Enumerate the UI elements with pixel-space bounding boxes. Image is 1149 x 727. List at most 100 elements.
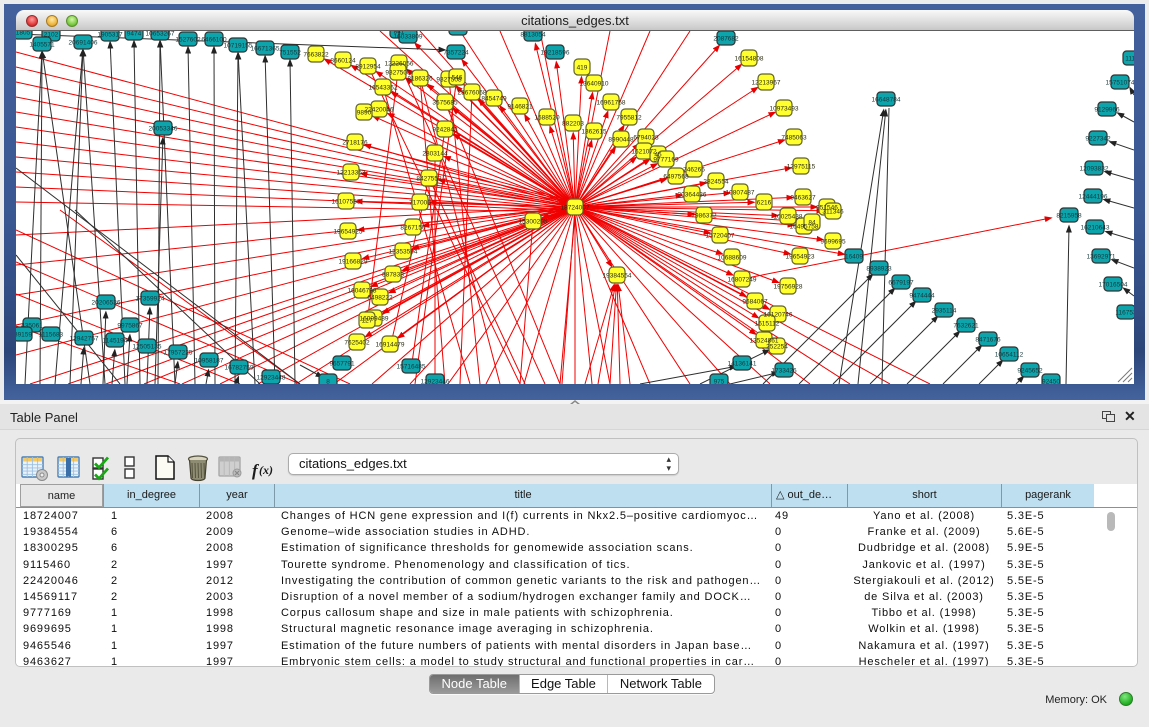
svg-text:16154808: 16154808 (735, 56, 764, 63)
svg-text:311346: 311346 (822, 209, 844, 216)
svg-text:7955812: 7955812 (616, 115, 642, 122)
svg-text:15720407: 15720407 (706, 233, 735, 240)
svg-text:8215958: 8215958 (1056, 213, 1082, 220)
svg-text:9777169: 9777169 (653, 157, 679, 164)
svg-text:12213967: 12213967 (752, 80, 781, 87)
svg-text:8660124: 8660124 (330, 58, 356, 65)
svg-text:746266: 746266 (683, 167, 705, 174)
svg-text:419: 419 (577, 65, 588, 72)
svg-text:1115683: 1115683 (39, 332, 64, 339)
svg-text:17359924: 17359924 (136, 296, 165, 303)
svg-text:10807487: 10807487 (726, 190, 755, 197)
svg-text:2935114: 2935114 (932, 308, 957, 315)
svg-text:6679197: 6679197 (888, 280, 914, 287)
svg-text:127: 127 (362, 318, 373, 325)
svg-text:10719155: 10719155 (224, 43, 253, 50)
svg-text:546: 546 (452, 75, 463, 82)
svg-text:9129966: 9129966 (1094, 107, 1120, 114)
svg-text:12093832: 12093832 (1080, 166, 1109, 173)
svg-text:16782759: 16782759 (225, 365, 254, 372)
svg-text:16120746: 16120746 (764, 312, 793, 319)
svg-text:2718176: 2718176 (342, 140, 368, 147)
svg-text:8471676: 8471676 (975, 337, 1001, 344)
svg-text:10654112: 10654112 (995, 352, 1024, 359)
svg-text:92450: 92450 (1042, 379, 1060, 385)
svg-text:10688609: 10688609 (718, 255, 747, 262)
svg-text:8427552: 8427552 (416, 176, 442, 183)
svg-text:435061: 435061 (21, 323, 43, 330)
svg-text:1145194: 1145194 (103, 338, 128, 345)
svg-text:3675685: 3675685 (432, 100, 458, 107)
svg-text:16210643: 16210643 (1081, 225, 1110, 232)
svg-text:1905317: 1905317 (97, 32, 123, 39)
svg-text:116753: 116753 (1115, 310, 1134, 317)
svg-text:1117: 1117 (1125, 56, 1134, 63)
svg-text:20206536: 20206536 (92, 300, 121, 307)
svg-text:8938923: 8938923 (866, 266, 892, 273)
svg-text:19384554: 19384554 (603, 273, 632, 280)
svg-text:1588520: 1588520 (534, 115, 560, 122)
svg-text:1527602: 1527602 (175, 37, 201, 44)
svg-text:2087682: 2087682 (713, 36, 739, 43)
svg-text:12975115: 12975115 (787, 164, 816, 171)
svg-text:16107553: 16107553 (332, 199, 361, 206)
svg-text:9227342: 9227342 (1085, 136, 1111, 143)
svg-text:9245652: 9245652 (1017, 368, 1043, 375)
svg-text:10958187: 10958187 (195, 358, 224, 365)
svg-text:8990448: 8990448 (608, 137, 634, 144)
svg-text:1362615: 1362615 (581, 129, 607, 136)
svg-text:8: 8 (326, 379, 330, 385)
svg-text:16807249: 16807249 (728, 277, 757, 284)
svg-text:9975867: 9975867 (117, 323, 143, 330)
svg-text:12226056: 12226056 (385, 61, 414, 68)
svg-text:9699695: 9699695 (820, 239, 846, 246)
svg-text:8912954: 8912954 (355, 64, 381, 71)
svg-text:7986372: 7986372 (691, 213, 717, 220)
svg-text:7485063: 7485063 (781, 135, 807, 142)
svg-text:1615112: 1615112 (755, 321, 780, 328)
svg-text:12942757: 12942757 (70, 336, 99, 343)
svg-text:8267150: 8267150 (400, 225, 426, 232)
svg-text:8454749: 8454749 (481, 96, 507, 103)
svg-text:9474: 9474 (127, 31, 142, 38)
svg-text:7625402: 7625402 (344, 340, 370, 347)
svg-text:10973493: 10973493 (770, 106, 799, 113)
svg-text:887833: 887833 (382, 272, 404, 279)
svg-text:16033809: 16033809 (394, 34, 423, 41)
svg-text:9146821: 9146821 (507, 104, 533, 111)
svg-text:16409: 16409 (845, 254, 863, 261)
svg-text:13692971: 13692971 (1087, 254, 1116, 261)
svg-text:717006: 717006 (409, 200, 431, 207)
svg-text:12923446: 12923446 (421, 379, 450, 385)
svg-text:16914479: 16914479 (376, 342, 405, 349)
svg-text:16046798: 16046798 (348, 288, 377, 295)
svg-text:20364436: 20364436 (678, 192, 707, 199)
svg-text:6497568: 6497568 (663, 174, 689, 181)
svg-text:12353594: 12353594 (389, 249, 418, 256)
svg-text:882203: 882203 (562, 121, 584, 128)
svg-text:751552: 751552 (279, 50, 301, 57)
svg-text:(x): (x) (259, 463, 273, 477)
svg-text:15716485: 15716485 (397, 364, 426, 371)
svg-text:9684067: 9684067 (742, 299, 768, 306)
svg-text:17016504: 17016504 (1099, 282, 1128, 289)
svg-text:9474444: 9474444 (909, 293, 935, 300)
svg-text:8813: 8813 (451, 31, 466, 33)
svg-text:19654925: 19654925 (334, 229, 363, 236)
svg-text:7663822: 7663822 (303, 52, 329, 59)
svg-text:19756928: 19756928 (774, 284, 803, 291)
svg-text:15751074: 15751074 (1106, 80, 1134, 87)
svg-text:8813054: 8813054 (520, 32, 546, 39)
svg-text:1733426: 1733426 (771, 368, 797, 375)
svg-text:16648784: 16648784 (872, 97, 901, 104)
svg-text:2102: 2102 (44, 32, 59, 39)
svg-text:1805: 1805 (16, 31, 31, 37)
svg-text:20691406: 20691406 (69, 40, 98, 47)
svg-text:3824554: 3824554 (703, 179, 729, 186)
svg-text:16961758: 16961758 (597, 100, 626, 107)
svg-text:9242843: 9242843 (432, 127, 458, 134)
svg-text:6794028: 6794028 (633, 135, 659, 142)
svg-text:12923448: 12923448 (257, 375, 286, 382)
svg-text:2803144: 2803144 (422, 151, 448, 158)
svg-text:15300295: 15300295 (519, 219, 548, 226)
